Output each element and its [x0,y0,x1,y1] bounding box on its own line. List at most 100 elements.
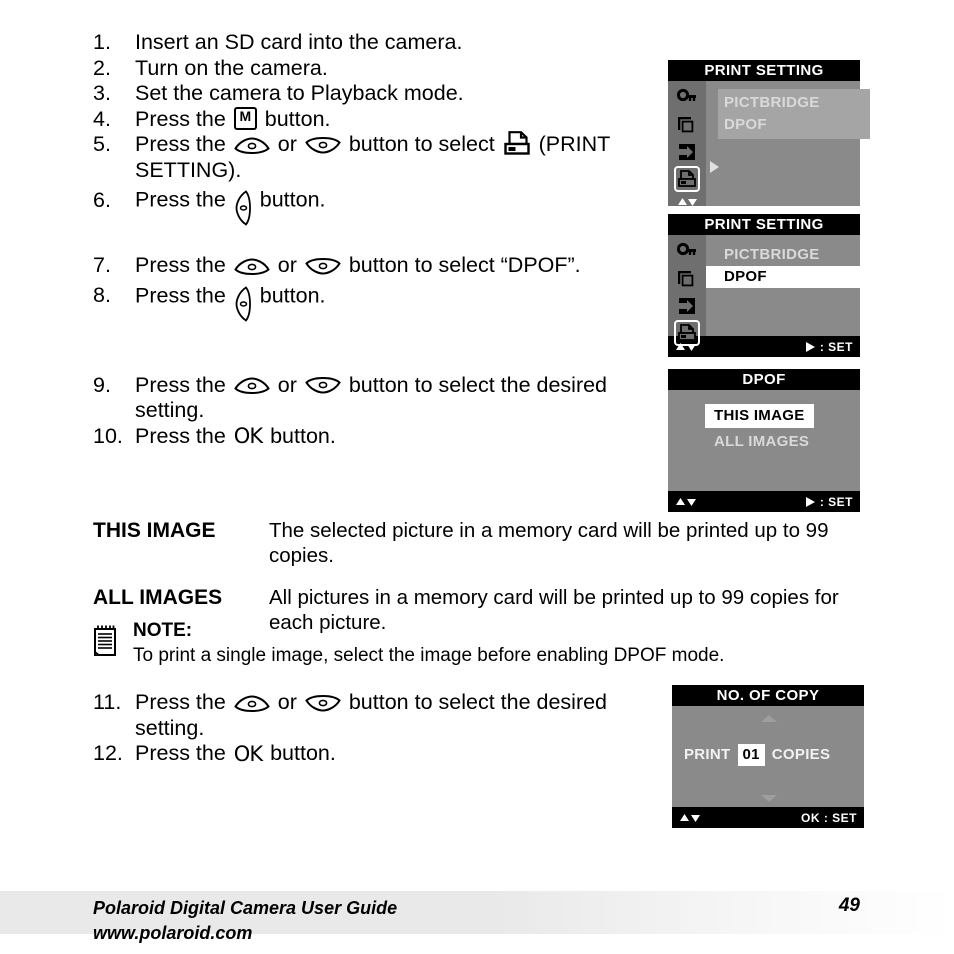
step-text-pre: Press the [135,106,232,131]
step-8: 8. Press the button. [93,279,663,322]
step-text: Press the M button. [135,107,663,133]
footer-website: www.polaroid.com [93,923,253,943]
transfer-icon[interactable] [676,295,698,317]
copy-icon[interactable] [676,268,698,290]
copy-icon[interactable] [676,114,698,136]
lcd-option-dpof[interactable]: DPOF [706,266,868,288]
lcd-footer-set-label: OK : SET [800,810,857,825]
up-triangle-icon[interactable] [760,710,778,728]
step-10: 10. Press the OK button. [93,424,663,450]
right-triangle-icon [804,341,816,353]
step-6: 6. Press the button. [93,183,663,226]
transfer-icon[interactable] [676,141,698,163]
down-triangle-icon[interactable] [760,790,778,808]
lcd-body: THIS IMAGE ALL IMAGES [668,390,860,491]
copies-value[interactable]: 01 [737,744,765,766]
step-text-pre: Press the [135,690,232,714]
right-button-icon [235,285,251,322]
lcd-footer-set-label: : SET [819,494,853,509]
copies-prefix-label: PRINT [684,746,731,763]
cursor-arrow-icon [708,160,720,179]
step-text: Press the or button to select the desire… [135,373,663,424]
step-11: 11. Press the or button to select the de… [93,690,663,741]
step-number: 4. [93,106,111,131]
step-text: Press the button. [135,279,663,322]
lcd-main-area: PICTBRIDGE DPOF [706,81,870,206]
note-text: To print a single image, select the imag… [133,645,725,666]
lcd-title: DPOF [668,369,860,390]
step-number: 11. [93,690,122,714]
right-button-icon [235,190,251,226]
step-text-pre: Press the [135,283,232,308]
right-triangle-icon [804,496,816,508]
lcd-title: NO. OF COPY [672,685,864,706]
step-text: Press the or button to select (PRINT SET… [135,131,663,183]
down-button-icon [305,694,341,712]
lcd-footer-set-hint: OK : SET [801,811,857,825]
lcd-footer-set-hint: : SET [804,340,853,354]
notepad-icon [93,624,119,658]
definition-description: The selected picture in a memory card wi… [269,519,829,567]
step-text: Press the OK button. [135,741,663,767]
step-3: 3. Set the camera to Playback mode. [93,81,663,107]
step-number: 1. [93,30,111,54]
step-text-mid: or [271,132,303,156]
lcd-footer: OK : SET [672,807,864,828]
step-text: Turn on the camera. [135,55,328,80]
step-text: Press the button. [135,183,663,226]
down-button-icon [305,377,341,394]
instruction-steps-11-12: 11. Press the or button to select the de… [93,690,663,767]
step-text-mid: or [271,372,303,397]
step-number: 9. [93,372,111,397]
step-number: 5. [93,132,111,156]
lcd-footer: : SET [668,491,860,512]
step-text-post: button. [253,283,326,308]
lcd-main-area: THIS IMAGE ALL IMAGES [668,390,860,491]
copies-suffix-label: COPIES [771,746,831,763]
step-number: 8. [93,283,111,308]
key-icon[interactable] [676,241,698,263]
step-number: 10. [93,423,123,448]
lcd-option-dpof[interactable]: DPOF [724,114,864,136]
up-button-icon [234,695,270,712]
up-button-icon [234,137,270,154]
lcd-option-pictbridge[interactable]: PICTBRIDGE [724,92,864,114]
step-text-mid: or [271,253,303,277]
step-7: 7. Press the or button to select “DPOF”. [93,253,663,279]
lcd-sidebar [668,235,706,346]
step-2: 2. Turn on the camera. [93,56,663,82]
step-text: Set the camera to Playback mode. [135,81,464,105]
step-number: 2. [93,55,111,80]
step-9: 9. Press the or button to select the des… [93,373,663,424]
step-text-post: button to select “DPOF”. [342,253,581,277]
step-5: 5. Press the or button to select (PRINT … [93,131,663,183]
step-text-pre: Press the [135,372,232,397]
step-text-pre: Press the [135,132,232,156]
up-button-icon [234,377,270,395]
lcd-footer-set-label: : SET [819,339,853,354]
printer-icon[interactable] [674,320,700,346]
page-number: 49 [838,895,860,916]
lcd-title: PRINT SETTING [668,214,860,235]
copies-row: PRINT 01 COPIES [684,744,830,766]
option-group-highlight: PICTBRIDGE DPOF [718,89,870,139]
printer-icon[interactable] [674,166,700,192]
key-icon[interactable] [676,87,698,109]
lcd-footer-set-hint: : SET [804,495,853,509]
step-text: Press the OK button. [135,424,663,450]
ok-button-icon: OK [233,741,263,766]
lcd-title: PRINT SETTING [668,60,860,81]
step-number: 12. [93,741,123,765]
step-text-mid: or [271,690,303,714]
step-text-pre: Press the [135,187,232,212]
step-number: 6. [93,187,111,212]
instruction-steps-1-10: 1. Insert an SD card into the camera. 2.… [93,30,663,450]
lcd-option-this-image[interactable]: THIS IMAGE [705,404,814,428]
down-button-icon [305,257,341,275]
lcd-option-pictbridge[interactable]: PICTBRIDGE [724,244,820,266]
lcd-body: PRINT 01 COPIES [672,706,864,807]
definition-this-image: THIS IMAGE The selected picture in a mem… [93,518,873,568]
lcd-option-all-images[interactable]: ALL IMAGES [705,430,818,454]
step-text: Press the or button to select “DPOF”. [135,253,663,279]
